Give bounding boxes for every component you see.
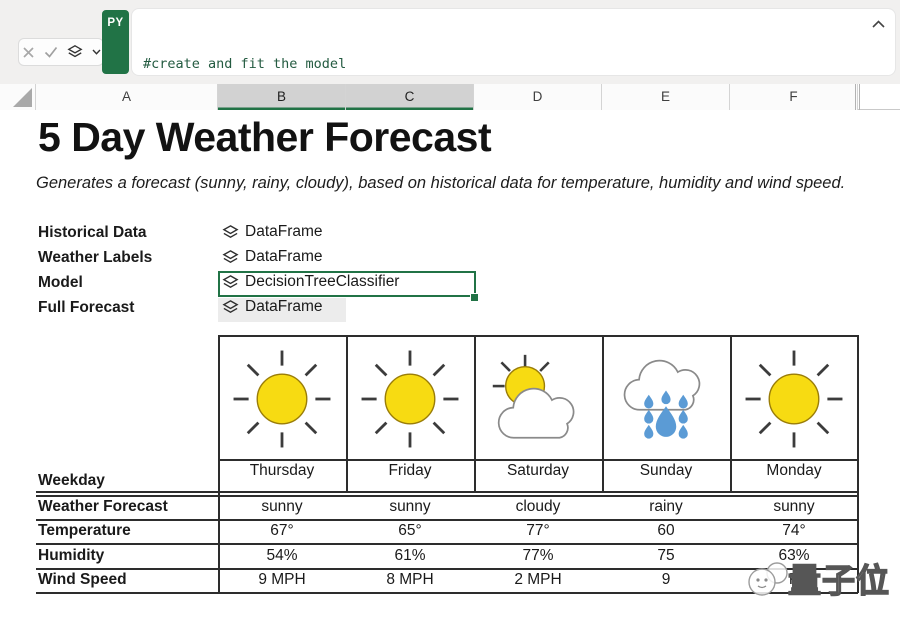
code-line: #create and fit the model — [143, 54, 484, 75]
forecast-cell[interactable]: sunny — [346, 498, 474, 516]
python-badge: PY — [102, 10, 129, 74]
rainy-icon — [610, 343, 722, 455]
cell-selection-border — [218, 271, 476, 297]
weekday-cell[interactable]: Monday — [730, 462, 858, 480]
temperature-cell[interactable]: 65° — [346, 522, 474, 540]
row-label-humidity[interactable]: Humidity — [38, 547, 104, 565]
weather-icon-cell[interactable] — [474, 338, 602, 460]
forecast-cell[interactable]: sunny — [218, 498, 346, 516]
temperature-cell[interactable]: 67° — [218, 522, 346, 540]
column-header-c[interactable]: C — [346, 84, 474, 110]
column-header-e[interactable]: E — [602, 84, 730, 110]
row-label-temperature[interactable]: Temperature — [38, 522, 131, 540]
sunny-icon — [354, 343, 466, 455]
temperature-cell[interactable]: 74° — [730, 522, 858, 540]
column-header-f[interactable]: F — [730, 84, 858, 110]
sunny-icon — [738, 343, 850, 455]
worksheet: 5 Day Weather Forecast Generates a forec… — [0, 110, 900, 622]
weather-icon-cell[interactable] — [730, 338, 858, 460]
python-object-icon — [222, 249, 239, 266]
forecast-cell[interactable]: cloudy — [474, 498, 602, 516]
row-label-wind-speed[interactable]: Wind Speed — [38, 571, 127, 589]
weekday-cell[interactable]: Saturday — [474, 462, 602, 480]
column-header-b[interactable]: B — [218, 84, 346, 110]
grid-line — [36, 592, 858, 594]
formula-bar-area: PY #create and fit the model model = Dec… — [0, 0, 900, 84]
wind-cell[interactable]: 2 MPH — [474, 571, 602, 589]
param-value-text: DataFrame — [245, 298, 323, 316]
temperature-cell[interactable]: 60 — [602, 522, 730, 540]
wind-cell[interactable]: 8 MPH — [346, 571, 474, 589]
excel-window: PY #create and fit the model model = Dec… — [0, 0, 900, 622]
param-label-full-forecast[interactable]: Full Forecast — [38, 299, 134, 317]
grid-line — [36, 495, 858, 497]
collapse-formula-bar-icon[interactable] — [872, 15, 885, 33]
grid-line — [36, 491, 858, 493]
grid-line — [218, 335, 858, 337]
weekday-cell[interactable]: Thursday — [218, 462, 346, 480]
row-label-forecast[interactable]: Weather Forecast — [38, 498, 168, 516]
wind-cell[interactable]: P — [730, 571, 858, 589]
param-label-historical-data[interactable]: Historical Data — [38, 224, 147, 242]
select-all-corner[interactable] — [0, 84, 36, 110]
column-header-d[interactable]: D — [474, 84, 602, 110]
grid-line — [36, 543, 858, 545]
humidity-cell[interactable]: 54% — [218, 547, 346, 565]
enter-check-icon[interactable] — [44, 46, 58, 58]
weekday-cell[interactable]: Friday — [346, 462, 474, 480]
humidity-cell[interactable]: 75 — [602, 547, 730, 565]
param-value-full-forecast[interactable]: DataFrame — [222, 298, 323, 316]
param-value-historical-data[interactable]: DataFrame — [222, 223, 323, 241]
cancel-icon[interactable] — [22, 46, 35, 59]
select-all-triangle — [13, 88, 32, 107]
grid-line — [36, 519, 858, 521]
weather-icon-cell[interactable] — [602, 338, 730, 460]
sunny-icon — [226, 343, 338, 455]
python-object-icon[interactable] — [67, 44, 83, 60]
param-value-text: DataFrame — [245, 223, 323, 241]
temperature-cell[interactable]: 77° — [474, 522, 602, 540]
weekday-cell[interactable]: Sunday — [602, 462, 730, 480]
formula-input[interactable]: #create and fit the model model = Decisi… — [131, 8, 896, 76]
forecast-cell[interactable]: sunny — [730, 498, 858, 516]
param-value-text: DataFrame — [245, 248, 323, 266]
param-label-model[interactable]: Model — [38, 274, 83, 292]
partly-cloudy-icon — [482, 343, 594, 455]
param-value-weather-labels[interactable]: DataFrame — [222, 248, 323, 266]
humidity-cell[interactable]: 63% — [730, 547, 858, 565]
forecast-cell[interactable]: rainy — [602, 498, 730, 516]
column-headers: A B C D E F — [0, 84, 900, 110]
formula-toolbar — [18, 38, 104, 66]
chevron-down-icon[interactable] — [92, 49, 101, 55]
row-label-weekday[interactable]: Weekday — [38, 472, 105, 490]
sheet-subtitle[interactable]: Generates a forecast (sunny, rainy, clou… — [36, 174, 845, 193]
python-object-icon — [222, 224, 239, 241]
grid-line — [36, 568, 858, 570]
humidity-cell[interactable]: 77% — [474, 547, 602, 565]
python-object-icon — [222, 299, 239, 316]
selection-fill-handle[interactable] — [470, 293, 479, 302]
param-label-weather-labels[interactable]: Weather Labels — [38, 249, 152, 267]
humidity-cell[interactable]: 61% — [346, 547, 474, 565]
wind-cell[interactable]: 9 — [602, 571, 730, 589]
weather-icon-cell[interactable] — [346, 338, 474, 460]
column-header-a[interactable]: A — [36, 84, 218, 110]
weather-icon-cell[interactable] — [218, 338, 346, 460]
wind-cell[interactable]: 9 MPH — [218, 571, 346, 589]
sheet-title[interactable]: 5 Day Weather Forecast — [38, 114, 491, 161]
